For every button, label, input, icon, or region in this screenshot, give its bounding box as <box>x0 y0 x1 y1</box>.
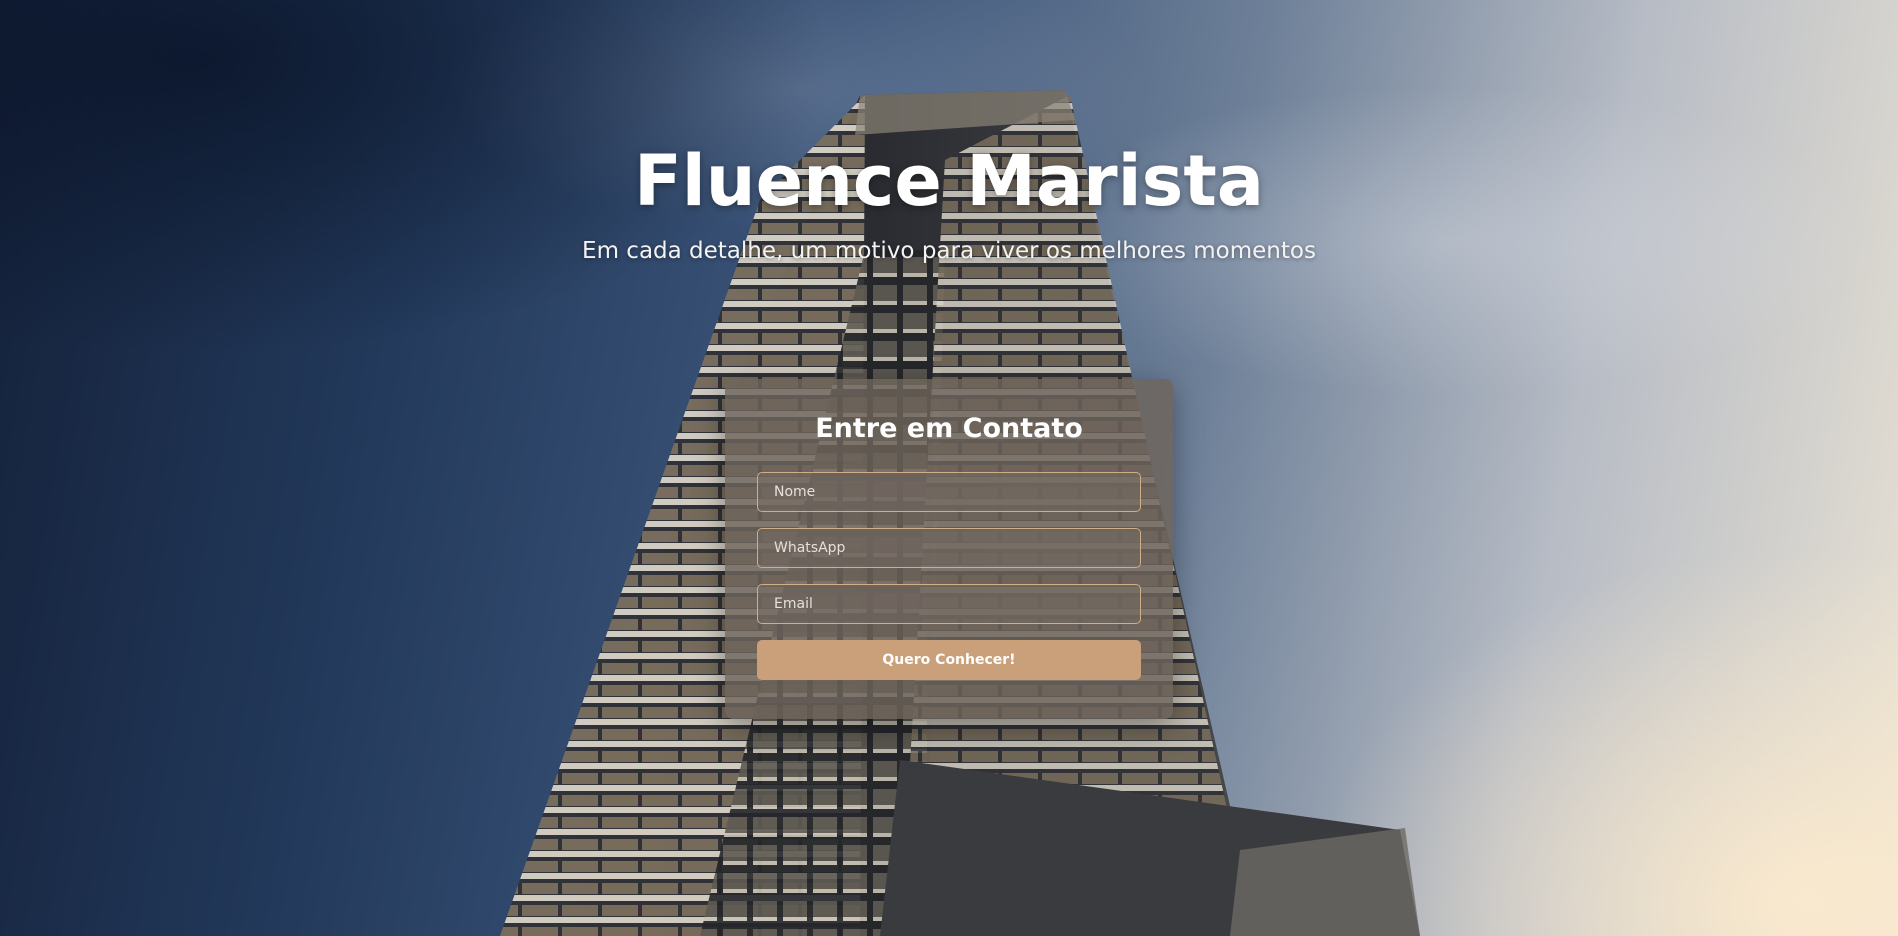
contact-form: Entre em Contato Quero Conhecer! <box>725 379 1173 719</box>
name-field[interactable] <box>757 472 1141 512</box>
submit-button[interactable]: Quero Conhecer! <box>757 640 1141 680</box>
page-subtitle: Em cada detalhe, um motivo para viver os… <box>582 238 1316 264</box>
page-title: Fluence Marista <box>633 140 1265 222</box>
whatsapp-field[interactable] <box>757 528 1141 568</box>
contact-form-title: Entre em Contato <box>815 413 1083 444</box>
hero-section: Fluence Marista Em cada detalhe, um moti… <box>0 0 1898 936</box>
email-field[interactable] <box>757 584 1141 624</box>
